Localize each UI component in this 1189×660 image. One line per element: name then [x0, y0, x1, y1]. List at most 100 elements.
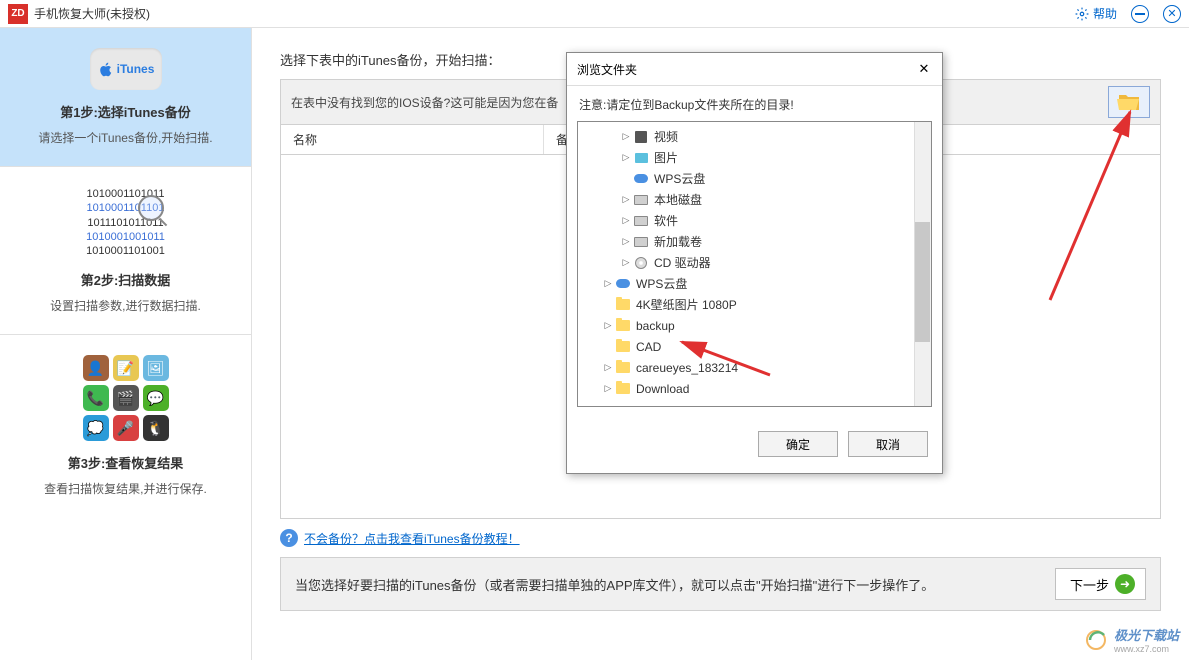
tree-item[interactable]: ▷ 新加载卷	[578, 231, 931, 252]
ok-button[interactable]: 确定	[758, 431, 838, 457]
scrollbar[interactable]	[914, 122, 931, 406]
tree-item[interactable]: ▷ careueyes_183214	[578, 357, 931, 378]
tree-item[interactable]: ▷ WPS云盘	[578, 273, 931, 294]
watermark-url: www.xz7.com	[1114, 644, 1179, 654]
disk-icon	[632, 192, 650, 208]
close-button[interactable]: ✕	[1163, 5, 1181, 23]
step1-desc: 请选择一个iTunes备份,开始扫描.	[10, 129, 241, 146]
info-icon: ?	[280, 529, 298, 547]
cloud-icon	[632, 171, 650, 187]
tree-item[interactable]: ▷ 本地磁盘	[578, 189, 931, 210]
tree-item-label: backup	[636, 319, 675, 333]
minimize-button[interactable]	[1131, 5, 1149, 23]
tree-item-label: careueyes_183214	[636, 361, 738, 375]
help-label: 帮助	[1093, 5, 1117, 22]
arrow-right-icon: ➜	[1115, 574, 1135, 594]
tree-item-label: 视频	[654, 128, 678, 145]
dialog-close-button[interactable]: ✕	[914, 59, 934, 79]
tree-item[interactable]: ▷ 视频	[578, 126, 931, 147]
tree-item[interactable]: ▷ 软件	[578, 210, 931, 231]
help-button[interactable]: 帮助	[1075, 5, 1117, 22]
expander-icon[interactable]: ▷	[602, 383, 614, 394]
folder-tree[interactable]: ▷ 视频 ▷ 图片 WPS云盘 ▷ 本地磁盘 ▷ 软件 ▷ 新加载卷 ▷ CD 驱动器 ▷ WPS云盘 4K壁…	[577, 121, 932, 407]
tree-item[interactable]: 4K壁纸图片 1080P	[578, 294, 931, 315]
tree-item[interactable]: CAD	[578, 336, 931, 357]
tree-item-label: 本地磁盘	[654, 191, 702, 208]
next-button[interactable]: 下一步 ➜	[1055, 568, 1146, 600]
folder-icon	[1117, 92, 1141, 112]
browse-folder-button[interactable]	[1108, 86, 1150, 118]
warning-text: 在表中没有找到您的IOS设备?这可能是因为您在备	[291, 94, 558, 111]
sidebar: iTunes 第1步:选择iTunes备份 请选择一个iTunes备份,开始扫描…	[0, 28, 252, 660]
tree-item[interactable]: ▷ 图片	[578, 147, 931, 168]
cloud-icon	[614, 276, 632, 292]
expander-icon[interactable]: ▷	[620, 257, 632, 268]
sidebar-step-2[interactable]: 1010001101011 1010001101101 101110101101…	[0, 167, 251, 335]
tree-item-label: 图片	[654, 149, 678, 166]
expander-icon[interactable]: ▷	[602, 320, 614, 331]
dialog-note: 注意:请定位到Backup文件夹所在的目录!	[567, 86, 942, 121]
expander-icon[interactable]: ▷	[620, 152, 632, 163]
itunes-text: iTunes	[117, 62, 155, 76]
app-grid-icon: 👤 📝 🖼 📞 🎬 💬 💭 🎤 🐧	[83, 355, 169, 441]
expander-icon[interactable]: ▷	[620, 194, 632, 205]
expander-icon[interactable]: ▷	[602, 278, 614, 289]
tree-item[interactable]: ▷ Download	[578, 378, 931, 399]
tree-item[interactable]: WPS云盘	[578, 168, 931, 189]
disk-icon	[632, 234, 650, 250]
tree-item[interactable]: ▷ backup	[578, 315, 931, 336]
titlebar: ZD 手机恢复大师(未授权) 帮助 ✕	[0, 0, 1189, 28]
magnifier-icon	[138, 195, 164, 221]
tree-item-label: Download	[636, 382, 689, 396]
tree-item-label: 4K壁纸图片 1080P	[636, 296, 737, 313]
tree-item-label: CD 驱动器	[654, 254, 711, 271]
expander-icon[interactable]: ▷	[620, 131, 632, 142]
step3-title: 第3步:查看恢复结果	[10, 453, 241, 472]
film-icon	[632, 129, 650, 145]
next-label: 下一步	[1070, 575, 1109, 594]
expander-icon[interactable]: ▷	[620, 215, 632, 226]
th-name[interactable]: 名称	[281, 125, 544, 154]
folder-icon	[614, 297, 632, 313]
watermark-text: 极光下载站	[1114, 625, 1179, 644]
watermark-logo	[1086, 628, 1110, 652]
minimize-icon	[1135, 13, 1145, 15]
tree-item-label: 新加载卷	[654, 233, 702, 250]
close-icon: ✕	[919, 61, 930, 77]
tree-item-label: 软件	[654, 212, 678, 229]
expander-icon[interactable]: ▷	[602, 362, 614, 373]
apple-icon	[97, 60, 113, 78]
footer-bar: 当您选择好要扫描的iTunes备份（或者需要扫描单独的APP库文件），就可以点击…	[280, 557, 1161, 611]
step2-title: 第2步:扫描数据	[10, 270, 241, 289]
close-icon: ✕	[1167, 7, 1176, 20]
pic-icon	[632, 150, 650, 166]
window-title: 手机恢复大师(未授权)	[34, 5, 1075, 22]
browse-folder-dialog: 浏览文件夹 ✕ 注意:请定位到Backup文件夹所在的目录! ▷ 视频 ▷ 图片 WPS…	[566, 52, 943, 474]
folder-icon	[614, 360, 632, 376]
footer-text: 当您选择好要扫描的iTunes备份（或者需要扫描单独的APP库文件），就可以点击…	[295, 575, 934, 594]
folder-icon	[614, 318, 632, 334]
binary-art: 1010001101011 1010001101101 101110101101…	[86, 187, 165, 258]
step1-title: 第1步:选择iTunes备份	[10, 102, 241, 121]
dialog-title-text: 浏览文件夹	[577, 61, 637, 78]
sidebar-step-1[interactable]: iTunes 第1步:选择iTunes备份 请选择一个iTunes备份,开始扫描…	[0, 28, 251, 167]
disk-icon	[632, 213, 650, 229]
folder-icon	[614, 381, 632, 397]
gear-icon	[1075, 7, 1089, 21]
step2-desc: 设置扫描参数,进行数据扫描.	[10, 297, 241, 314]
tree-item[interactable]: ▷ CD 驱动器	[578, 252, 931, 273]
tree-item-label: CAD	[636, 340, 661, 354]
itunes-badge: iTunes	[90, 48, 162, 90]
tree-item-label: WPS云盘	[654, 170, 705, 187]
tutorial-link[interactable]: 不会备份？点击我查看iTunes备份教程！	[304, 530, 520, 547]
scroll-thumb[interactable]	[915, 222, 930, 342]
tree-item-label: WPS云盘	[636, 275, 687, 292]
folder-icon	[614, 339, 632, 355]
cd-icon	[632, 255, 650, 271]
step3-desc: 查看扫描恢复结果,并进行保存.	[10, 480, 241, 497]
watermark: 极光下载站 www.xz7.com	[1086, 625, 1179, 654]
app-logo: ZD	[8, 4, 28, 24]
expander-icon[interactable]: ▷	[620, 236, 632, 247]
cancel-button[interactable]: 取消	[848, 431, 928, 457]
sidebar-step-3[interactable]: 👤 📝 🖼 📞 🎬 💬 💭 🎤 🐧 第3步:查看恢复结果 查看扫描恢复结果,并进…	[0, 335, 251, 660]
